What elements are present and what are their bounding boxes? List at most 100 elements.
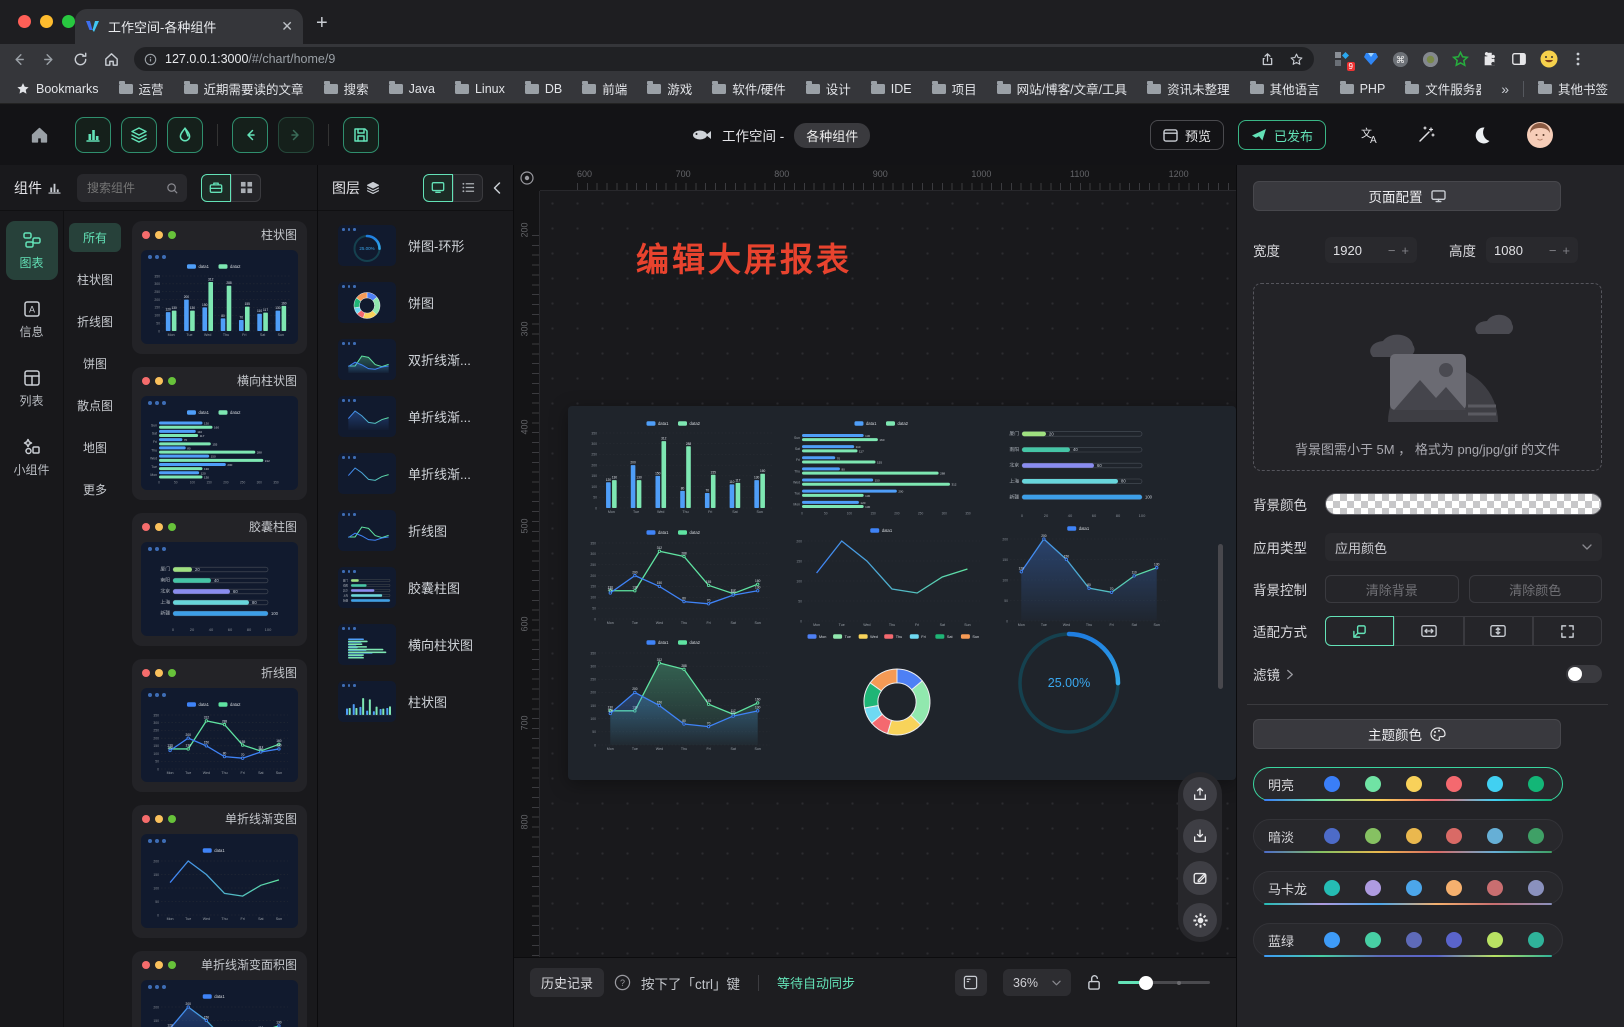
window-close-button[interactable] bbox=[18, 15, 31, 28]
bookmark-folder[interactable]: 网站/博客/文章/工具 bbox=[997, 79, 1127, 98]
bg-color-swatch[interactable] bbox=[1325, 493, 1602, 515]
layer-item[interactable]: 25.00%饼图-环形 bbox=[318, 217, 513, 274]
window-zoom-button[interactable] bbox=[62, 15, 75, 28]
dashboard-line-chart[interactable]: 050100150200250300350MonTueWedThuFriSatS… bbox=[580, 528, 776, 630]
chrome-menu-icon[interactable] bbox=[1571, 51, 1585, 67]
publish-button[interactable]: 已发布 bbox=[1238, 120, 1326, 150]
page-config-header[interactable]: 页面配置 bbox=[1253, 181, 1561, 211]
component-card[interactable]: 单折线渐变图050100150200MonTueWedThuFriSatSund… bbox=[132, 805, 307, 938]
bookmark-folder[interactable]: 近期需要读的文章 bbox=[184, 79, 304, 98]
dashboard-horizontal-bar-chart[interactable]: 050100150200250300350MonTueWedThuFriSatS… bbox=[786, 419, 986, 519]
bookmark-folder[interactable]: 其他语言 bbox=[1250, 79, 1320, 98]
theme-color-header[interactable]: 主题颜色 bbox=[1253, 719, 1561, 749]
category-item-所有[interactable]: 所有 bbox=[69, 223, 121, 252]
layout-panel-button[interactable] bbox=[955, 969, 987, 996]
theme-color-dot[interactable] bbox=[1406, 880, 1422, 896]
zoom-select[interactable]: 36% bbox=[1003, 969, 1071, 996]
ruler-corner[interactable] bbox=[514, 165, 540, 191]
bookmarks-overflow[interactable]: » bbox=[1501, 81, 1509, 97]
theme-color-dot[interactable] bbox=[1487, 828, 1503, 844]
export-button[interactable] bbox=[1183, 777, 1217, 811]
theme-color-dot[interactable] bbox=[1487, 932, 1503, 948]
theme-color-dot[interactable] bbox=[1365, 828, 1381, 844]
dashboard-bar-chart[interactable]: 050100150200250300350MonTueWedThuFriSatS… bbox=[580, 419, 776, 519]
other-bookmarks[interactable]: 其他书签 bbox=[1538, 79, 1608, 98]
redo-button[interactable] bbox=[278, 117, 314, 153]
canvas-vertical-scrollbar[interactable] bbox=[1218, 544, 1223, 689]
component-card[interactable]: 横向柱状图050100150200250300350MonTueWedThuFr… bbox=[132, 367, 307, 500]
theme-color-dot[interactable] bbox=[1446, 880, 1462, 896]
theme-color-dot[interactable] bbox=[1528, 880, 1544, 896]
bookmark-folder[interactable]: 资讯未整理 bbox=[1147, 79, 1230, 98]
site-info-icon[interactable] bbox=[144, 53, 157, 66]
chevron-right-icon[interactable] bbox=[1286, 669, 1294, 680]
layers-thumbnail-view[interactable] bbox=[423, 174, 453, 202]
preview-button[interactable]: 预览 bbox=[1150, 120, 1224, 150]
back-icon[interactable] bbox=[10, 51, 27, 68]
import-button[interactable] bbox=[1183, 819, 1217, 853]
bookmark-folder[interactable]: 运营 bbox=[119, 79, 164, 98]
help-icon[interactable]: ? bbox=[614, 974, 631, 991]
charts-panel-toggle-button[interactable] bbox=[75, 117, 111, 153]
component-card[interactable]: 柱状图050100150200250300350MonTueWedThuFriS… bbox=[132, 221, 307, 354]
dashboard-pie-chart[interactable]: MonTueWedThuFriSatSun bbox=[786, 632, 1008, 762]
fit-height-button[interactable] bbox=[1464, 616, 1533, 646]
theme-row-马卡龙[interactable]: 马卡龙 bbox=[1253, 871, 1563, 905]
bookmark-folder[interactable]: Java bbox=[389, 79, 435, 98]
language-icon[interactable]: 文A bbox=[1358, 125, 1380, 145]
theme-color-dot[interactable] bbox=[1406, 776, 1422, 792]
nav-item-charts[interactable]: 图表 bbox=[6, 221, 58, 280]
app-home-button[interactable] bbox=[30, 126, 49, 145]
bookmark-folder[interactable]: 前端 bbox=[582, 79, 627, 98]
dark-mode-moon-icon[interactable] bbox=[1472, 125, 1492, 145]
history-button[interactable]: 历史记录 bbox=[530, 968, 604, 997]
category-item-折线图[interactable]: 折线图 bbox=[69, 307, 121, 336]
zoom-slider[interactable] bbox=[1118, 981, 1210, 984]
theme-color-dot[interactable] bbox=[1446, 828, 1462, 844]
theme-row-蓝绿[interactable]: 蓝绿 bbox=[1253, 923, 1563, 957]
magic-wand-icon[interactable] bbox=[1416, 125, 1436, 145]
lock-icon[interactable] bbox=[1087, 974, 1102, 991]
fit-width-button[interactable] bbox=[1394, 616, 1463, 646]
zoom-slider-knob[interactable] bbox=[1139, 976, 1153, 990]
star-extension-icon[interactable] bbox=[1452, 51, 1469, 68]
home-icon[interactable] bbox=[103, 51, 120, 68]
category-item-更多[interactable]: 更多 bbox=[69, 475, 121, 504]
increment-icon[interactable]: + bbox=[1401, 243, 1409, 258]
bookmark-folder[interactable]: 软件/硬件 bbox=[712, 79, 785, 98]
theme-color-dot[interactable] bbox=[1365, 776, 1381, 792]
bookmark-folder[interactable]: 项目 bbox=[932, 79, 977, 98]
grid-view-toggle[interactable] bbox=[231, 174, 261, 202]
share-icon[interactable] bbox=[1260, 52, 1275, 67]
category-item-饼图[interactable]: 饼图 bbox=[69, 349, 121, 378]
settings-button[interactable] bbox=[1183, 903, 1217, 937]
dashboard-preview[interactable]: 050100150200250300350MonTueWedThuFriSatS… bbox=[568, 406, 1236, 780]
height-stepper[interactable]: 1080−+ bbox=[1486, 237, 1578, 263]
clear-color-button[interactable]: 清除颜色 bbox=[1469, 575, 1603, 603]
background-upload-area[interactable]: 背景图需小于 5M ， 格式为 png/jpg/gif 的文件 bbox=[1253, 283, 1602, 471]
theme-color-dot[interactable] bbox=[1446, 932, 1462, 948]
bookmark-folder[interactable]: 搜索 bbox=[324, 79, 369, 98]
undo-button[interactable] bbox=[232, 117, 268, 153]
dashboard-progress-ring[interactable]: 25.00% bbox=[1010, 624, 1128, 742]
bookmark-star-icon[interactable] bbox=[1289, 52, 1304, 67]
theme-color-dot[interactable] bbox=[1528, 828, 1544, 844]
theme-row-暗淡[interactable]: 暗淡 bbox=[1253, 819, 1563, 853]
dashboard-gradient-area-chart[interactable]: 050100150200MonTueWedThuFriSatSundata112… bbox=[992, 524, 1174, 632]
window-minimize-button[interactable] bbox=[40, 15, 53, 28]
bookmark-folder[interactable]: DB bbox=[525, 79, 562, 98]
layer-item[interactable]: 双折线渐... bbox=[318, 331, 513, 388]
layer-item[interactable]: 厦门南阳北京上海新疆胶囊柱图 bbox=[318, 559, 513, 616]
bookmark-folder[interactable]: IDE bbox=[871, 79, 912, 98]
theme-color-dot[interactable] bbox=[1487, 776, 1503, 792]
details-panel-toggle-button[interactable] bbox=[167, 117, 203, 153]
increment-icon[interactable]: + bbox=[1562, 243, 1570, 258]
theme-color-dot[interactable] bbox=[1365, 932, 1381, 948]
component-card[interactable]: 单折线渐变面积图050100150200MonTueWedThuFriSatSu… bbox=[132, 951, 307, 1027]
layer-item[interactable]: 饼图 bbox=[318, 274, 513, 331]
component-card[interactable]: 胶囊柱图厦门20南阳40北京60上海80新疆100020406080100 bbox=[132, 513, 307, 646]
theme-color-dot[interactable] bbox=[1487, 880, 1503, 896]
layer-item[interactable]: 单折线渐... bbox=[318, 445, 513, 502]
theme-row-明亮[interactable]: 明亮 bbox=[1253, 767, 1563, 801]
theme-color-dot[interactable] bbox=[1324, 880, 1340, 896]
